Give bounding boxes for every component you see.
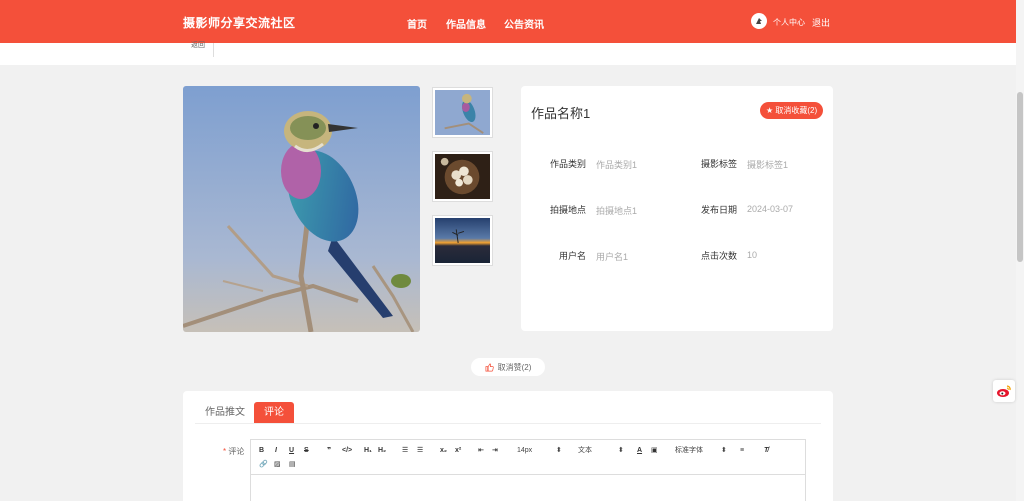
required-mark: * bbox=[223, 447, 227, 456]
weibo-icon bbox=[997, 385, 1011, 397]
user-avatar-icon bbox=[756, 18, 762, 24]
unlike-label: 取消赞(2) bbox=[497, 362, 532, 372]
thumb-food-image bbox=[435, 154, 490, 199]
block-type-value: 文本 bbox=[578, 447, 592, 454]
field-value-location: 拍摄地点1 bbox=[596, 206, 638, 216]
weibo-share-button[interactable] bbox=[993, 380, 1015, 402]
detail-tabs-panel: 作品推文 评论 * 评论 B I U S ❞ </> H₁ H₂ ☰ ☰ x₂ … bbox=[183, 391, 833, 501]
thumb-bird-image bbox=[435, 90, 490, 135]
font-family-select[interactable]: 标准字体 bbox=[675, 446, 703, 456]
blockquote-icon[interactable]: ❞ bbox=[327, 446, 331, 456]
block-type-chevron-icon[interactable]: ⬍ bbox=[618, 446, 624, 456]
subscript-icon[interactable]: x₂ bbox=[440, 446, 447, 456]
comment-label-text: 评论 bbox=[228, 447, 245, 456]
back-link[interactable]: 返回 bbox=[183, 42, 214, 57]
background-color-icon[interactable]: ▣ bbox=[651, 446, 658, 456]
avatar[interactable] bbox=[751, 13, 767, 29]
strikethrough-icon[interactable]: S bbox=[304, 446, 309, 456]
work-info-panel: 作品名称1 ★ 取消收藏(2) 作品类别 作品类别1 摄影标签 摄影标签1 拍摄… bbox=[521, 86, 833, 331]
comment-label: * 评论 bbox=[223, 446, 244, 457]
tab-comments[interactable]: 评论 bbox=[254, 402, 294, 423]
heading1-icon[interactable]: H₁ bbox=[364, 446, 372, 456]
field-label-category: 作品类别 bbox=[549, 159, 586, 169]
font-family-value: 标准字体 bbox=[675, 447, 703, 454]
indent-icon[interactable]: ⇥ bbox=[492, 446, 498, 456]
comment-editor[interactable]: B I U S ❞ </> H₁ H₂ ☰ ☰ x₂ x² ⇤ ⇥ 14px ⬍… bbox=[250, 439, 806, 501]
thumbnail-3[interactable] bbox=[432, 215, 493, 266]
field-value-date: 2024-03-07 bbox=[747, 204, 794, 214]
nav-home[interactable]: 首页 bbox=[407, 16, 427, 31]
field-label-username: 用户名 bbox=[558, 251, 586, 261]
italic-icon[interactable]: I bbox=[275, 446, 277, 456]
tab-divider bbox=[195, 423, 821, 424]
ordered-list-icon[interactable]: ☰ bbox=[402, 446, 408, 456]
site-brand[interactable]: 摄影师分享交流社区 bbox=[183, 14, 296, 31]
field-value-username: 用户名1 bbox=[596, 252, 629, 262]
code-icon[interactable]: </> bbox=[342, 446, 352, 456]
breadcrumb: 返回 bbox=[0, 42, 1016, 65]
field-value-tag: 摄影标签1 bbox=[747, 160, 789, 170]
field-label-tag: 摄影标签 bbox=[700, 159, 737, 169]
editor-toolbar: B I U S ❞ </> H₁ H₂ ☰ ☰ x₂ x² ⇤ ⇥ 14px ⬍… bbox=[251, 440, 805, 475]
unfavorite-button[interactable]: ★ 取消收藏(2) bbox=[760, 102, 824, 119]
unlike-button[interactable]: 取消赞(2) bbox=[471, 358, 545, 376]
main-work-image bbox=[183, 86, 420, 332]
tab-article[interactable]: 作品推文 bbox=[195, 402, 255, 423]
work-title: 作品名称1 bbox=[531, 106, 591, 121]
thumbnail-1[interactable] bbox=[432, 87, 493, 138]
font-size-chevron-icon[interactable]: ⬍ bbox=[556, 446, 562, 456]
field-label-clicks: 点击次数 bbox=[700, 251, 737, 261]
user-center-link[interactable]: 个人中心 bbox=[773, 17, 805, 28]
bird-photo bbox=[183, 86, 420, 332]
thumbnail-2[interactable] bbox=[432, 151, 493, 202]
outdent-icon[interactable]: ⇤ bbox=[478, 446, 484, 456]
field-label-location: 拍摄地点 bbox=[549, 205, 586, 215]
field-value-category: 作品类别1 bbox=[596, 160, 638, 170]
logout-link[interactable]: 退出 bbox=[812, 16, 830, 29]
font-size-select[interactable]: 14px bbox=[517, 446, 532, 456]
thumbs-up-icon bbox=[485, 363, 494, 371]
field-value-clicks: 10 bbox=[747, 250, 758, 260]
field-label-date: 发布日期 bbox=[700, 205, 737, 215]
scrollbar-thumb[interactable] bbox=[1017, 92, 1023, 262]
image-icon[interactable]: ▨ bbox=[274, 460, 281, 470]
top-header: 摄影师分享交流社区 首页 作品信息 公告资讯 个人中心 退出 bbox=[0, 0, 1016, 43]
font-family-chevron-icon[interactable]: ⬍ bbox=[721, 446, 727, 456]
superscript-icon[interactable]: x² bbox=[455, 446, 461, 456]
block-type-select[interactable]: 文本 bbox=[578, 446, 592, 456]
bullet-list-icon[interactable]: ☰ bbox=[417, 446, 423, 456]
nav-news[interactable]: 公告资讯 bbox=[504, 16, 544, 31]
clear-format-icon[interactable]: T̸ bbox=[764, 446, 768, 456]
align-icon[interactable]: ≡ bbox=[740, 446, 744, 456]
bold-icon[interactable]: B bbox=[259, 446, 264, 456]
font-color-icon[interactable]: A bbox=[637, 446, 642, 456]
video-icon[interactable]: ▤ bbox=[289, 460, 296, 470]
nav-works[interactable]: 作品信息 bbox=[446, 16, 486, 31]
heading2-icon[interactable]: H₂ bbox=[378, 446, 386, 456]
link-icon[interactable]: 🔗 bbox=[259, 460, 268, 470]
font-size-value: 14px bbox=[517, 447, 533, 454]
thumb-sunset-image bbox=[435, 218, 490, 263]
underline-icon[interactable]: U bbox=[289, 446, 294, 456]
